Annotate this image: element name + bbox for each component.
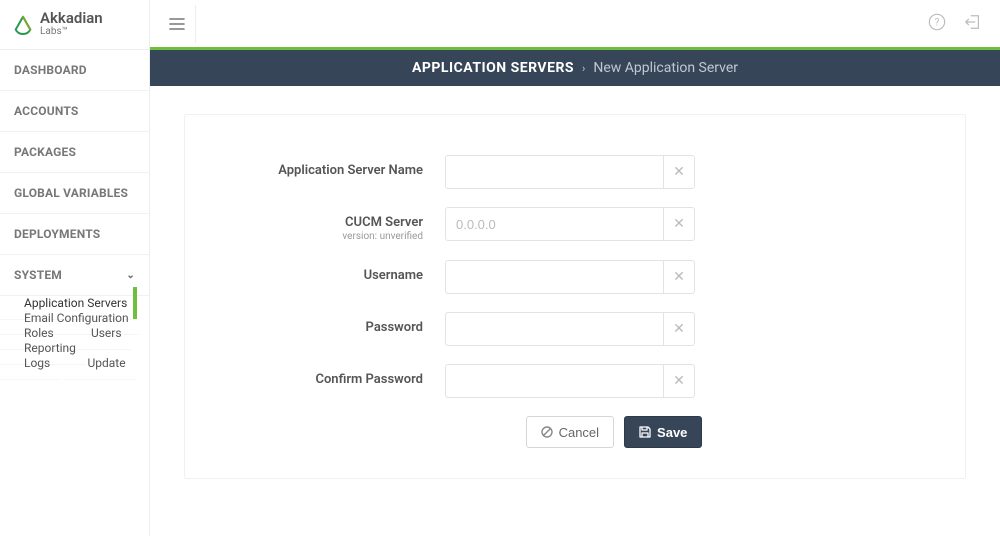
input-username[interactable]	[445, 260, 663, 294]
clear-confirm-button[interactable]: ✕	[663, 364, 695, 398]
help-icon: ?	[928, 13, 946, 31]
clear-cucm-button[interactable]: ✕	[663, 207, 695, 241]
breadcrumb-section: APPLICATION SERVERS	[412, 60, 574, 76]
label-password: Password	[225, 312, 445, 335]
svg-text:?: ?	[935, 17, 940, 28]
cancel-label: Cancel	[559, 425, 599, 440]
breadcrumb-page: New Application Server	[593, 60, 738, 76]
nav-accounts[interactable]: ACCOUNTS	[0, 91, 149, 132]
page-header: APPLICATION SERVERS › New Application Se…	[150, 50, 1000, 86]
save-icon	[639, 426, 651, 438]
nav-global-variables[interactable]: GLOBAL VARIABLES	[0, 173, 149, 214]
label-server-name: Application Server Name	[225, 155, 445, 178]
logout-button[interactable]	[964, 13, 982, 35]
sidebar-nav: DASHBOARD ACCOUNTS PACKAGES GLOBAL VARIA…	[0, 50, 149, 536]
chevron-down-icon: ⌄	[126, 270, 135, 281]
close-icon: ✕	[673, 373, 685, 389]
brand-name: Akkadian	[40, 11, 103, 27]
close-icon: ✕	[673, 164, 685, 180]
input-server-name[interactable]	[445, 155, 663, 189]
input-password[interactable]	[445, 312, 663, 346]
brand-logo[interactable]: Akkadian Labs™	[0, 0, 149, 50]
save-label: Save	[657, 425, 687, 440]
subnav-logs[interactable]: Logs	[0, 347, 60, 380]
save-button[interactable]: Save	[624, 416, 702, 448]
form-card: Application Server Name ✕ CUCM Server ve…	[184, 114, 966, 479]
label-username: Username	[225, 260, 445, 283]
logo-icon	[12, 14, 34, 36]
clear-username-button[interactable]: ✕	[663, 260, 695, 294]
close-icon: ✕	[673, 216, 685, 232]
label-cucm-sub: version: unverified	[225, 231, 423, 242]
help-button[interactable]: ?	[928, 13, 946, 35]
brand-sub: Labs™	[40, 27, 103, 38]
menu-toggle-button[interactable]	[158, 5, 196, 43]
label-cucm-server: CUCM Server version: unverified	[225, 207, 445, 242]
ban-icon	[541, 426, 553, 438]
topbar: ?	[150, 0, 1000, 50]
input-cucm-server[interactable]	[445, 207, 663, 241]
clear-server-name-button[interactable]: ✕	[663, 155, 695, 189]
clear-password-button[interactable]: ✕	[663, 312, 695, 346]
label-confirm-password: Confirm Password	[225, 364, 445, 387]
subnav-update[interactable]: Update	[63, 347, 135, 380]
close-icon: ✕	[673, 269, 685, 285]
label-cucm-text: CUCM Server	[345, 215, 423, 230]
close-icon: ✕	[673, 321, 685, 337]
hamburger-icon	[169, 17, 185, 31]
logout-icon	[964, 13, 982, 31]
breadcrumb-separator-icon: ›	[582, 62, 585, 75]
nav-packages[interactable]: PACKAGES	[0, 132, 149, 173]
nav-system-label: SYSTEM	[14, 268, 62, 282]
cancel-button[interactable]: Cancel	[526, 416, 614, 448]
input-confirm-password[interactable]	[445, 364, 663, 398]
nav-deployments[interactable]: DEPLOYMENTS	[0, 214, 149, 255]
nav-dashboard[interactable]: DASHBOARD	[0, 50, 149, 91]
